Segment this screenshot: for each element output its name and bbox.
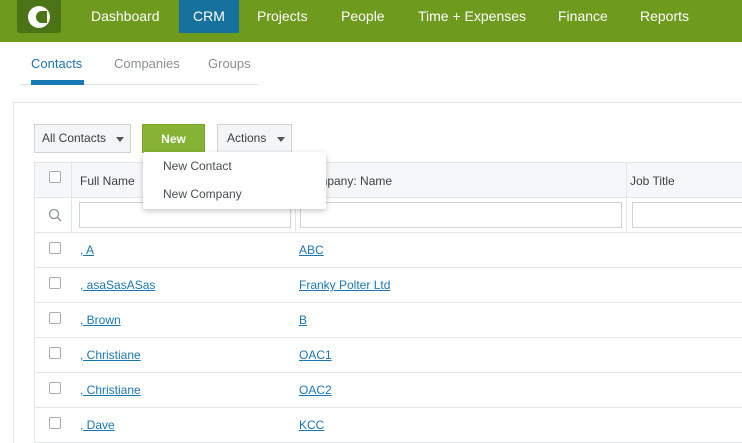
company-name-link[interactable]: ABC	[299, 243, 324, 257]
nav-item-projects[interactable]: Projects	[257, 0, 308, 33]
company-name-link[interactable]: OAC1	[299, 348, 332, 362]
new-button[interactable]: New	[142, 124, 205, 153]
active-tab-indicator	[31, 80, 84, 85]
contact-name-link[interactable]: , asaSasASas	[80, 278, 155, 292]
company-name-link[interactable]: B	[299, 313, 307, 327]
column-header-full-name[interactable]: Full Name	[80, 174, 135, 188]
select-all-checkbox[interactable]	[49, 171, 61, 183]
row-checkbox[interactable]	[49, 312, 61, 324]
nav-item-reports[interactable]: Reports	[640, 0, 689, 33]
company-name-filter-input[interactable]	[300, 202, 622, 228]
new-dropdown-menu: New Contact New Company	[143, 152, 326, 209]
job-title-filter-input[interactable]	[632, 202, 742, 228]
actions-dropdown[interactable]: Actions	[217, 124, 292, 153]
row-divider	[35, 407, 742, 408]
row-checkbox[interactable]	[49, 382, 61, 394]
nav-item-people[interactable]: People	[341, 0, 385, 33]
row-divider	[35, 302, 742, 303]
row-checkbox[interactable]	[49, 277, 61, 289]
nav-item-finance[interactable]: Finance	[558, 0, 608, 33]
row-checkbox[interactable]	[49, 417, 61, 429]
row-divider	[35, 372, 742, 373]
menu-item-new-contact[interactable]: New Contact	[163, 159, 232, 173]
tab-contacts[interactable]: Contacts	[31, 56, 82, 71]
chevron-down-icon	[277, 137, 285, 142]
nav-item-dashboard[interactable]: Dashboard	[91, 0, 160, 33]
chevron-down-icon	[116, 137, 124, 142]
app-logo[interactable]	[17, 0, 61, 33]
actions-label: Actions	[227, 131, 267, 145]
row-checkbox[interactable]	[49, 242, 61, 254]
nav-item-time-expenses[interactable]: Time + Expenses	[418, 0, 526, 33]
company-name-link[interactable]: KCC	[299, 418, 324, 432]
nav-item-crm[interactable]: CRM	[179, 0, 239, 33]
row-checkbox[interactable]	[49, 347, 61, 359]
menu-item-new-company[interactable]: New Company	[163, 187, 242, 201]
all-contacts-label: All Contacts	[42, 131, 107, 145]
contact-name-link[interactable]: , A	[80, 243, 94, 257]
company-name-link[interactable]: Franky Polter Ltd	[299, 278, 390, 292]
row-divider	[35, 337, 742, 338]
row-divider	[35, 267, 742, 268]
contact-name-link[interactable]: , Brown	[80, 313, 121, 327]
contact-name-link[interactable]: , Dave	[80, 418, 115, 432]
tab-groups[interactable]: Groups	[208, 56, 251, 71]
search-icon	[48, 208, 62, 222]
contact-name-link[interactable]: , Christiane	[80, 348, 141, 362]
contact-name-link[interactable]: , Christiane	[80, 383, 141, 397]
company-name-link[interactable]: OAC2	[299, 383, 332, 397]
all-contacts-dropdown[interactable]: All Contacts	[34, 124, 131, 153]
logo-icon	[28, 6, 50, 28]
top-navigation-bar: Dashboard CRM Projects People Time + Exp…	[0, 0, 742, 42]
column-header-job-title[interactable]: Job Title	[630, 174, 675, 188]
tab-companies[interactable]: Companies	[114, 56, 180, 71]
